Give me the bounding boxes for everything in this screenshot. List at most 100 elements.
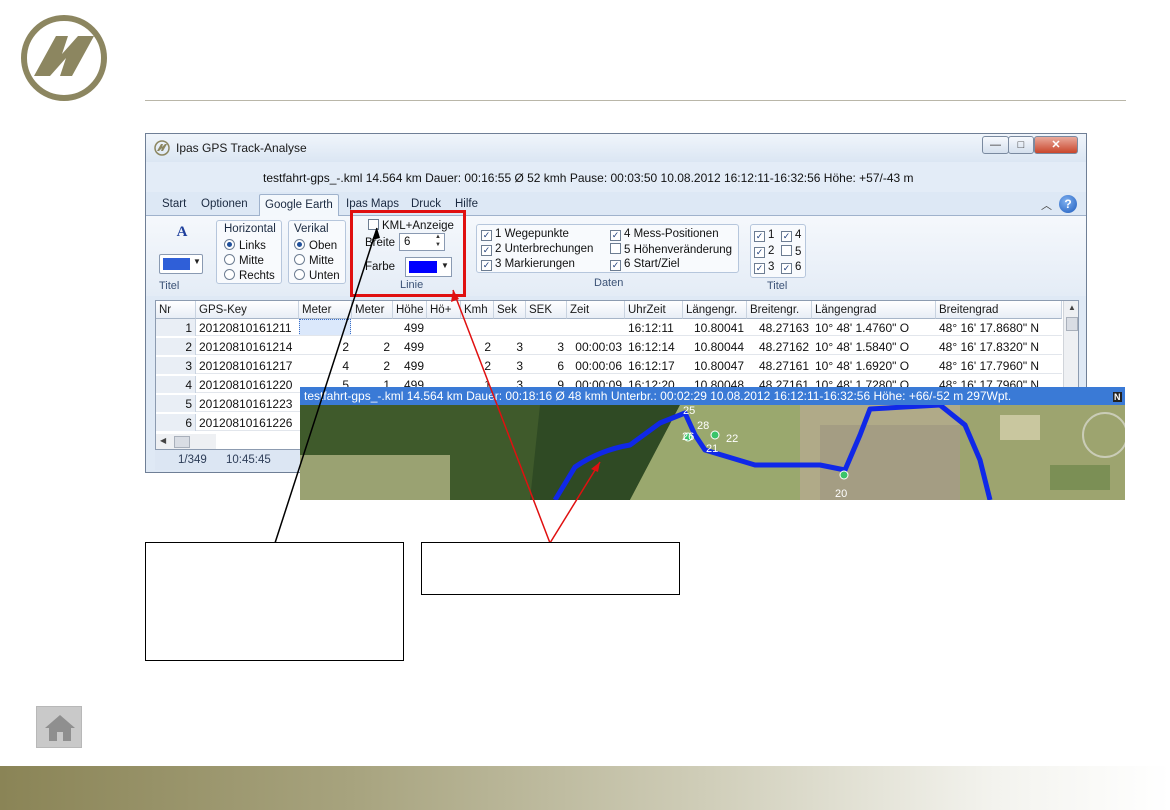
radio-mitte-v-label: Mitte	[309, 255, 334, 267]
column-header[interactable]: UhrZeit	[625, 301, 683, 319]
maximize-button[interactable]: □	[1008, 136, 1034, 154]
column-header[interactable]: SEK	[526, 301, 567, 319]
map-marker-22[interactable]: 22	[726, 433, 738, 445]
table-row[interactable]: 2 20120810161214 2 2 499 2 3 3 00:00:03 16:12:14 1…	[156, 338, 1062, 355]
column-header[interactable]: Kmh	[461, 301, 494, 319]
column-header[interactable]: Meter	[299, 301, 352, 319]
daten-unterbrechungen[interactable]: ✓ 2 Unterbrechungen	[481, 243, 593, 256]
table-cell: 20120810161226	[199, 416, 293, 430]
map-info-bar: testfahrt-gps_-.kml 14.564 km Dauer: 00:…	[300, 387, 1125, 405]
daten-mess-positionen[interactable]: ✓ 4 Mess-Positionen	[610, 228, 719, 241]
scroll-thumb-h[interactable]	[174, 436, 190, 448]
tab-ipas-maps[interactable]: Ipas Maps	[346, 198, 399, 210]
titel-check-1[interactable]: ✓ 1	[754, 229, 774, 242]
column-header[interactable]: Meter	[352, 301, 393, 319]
minimize-button[interactable]: —	[982, 136, 1009, 154]
scroll-thumb[interactable]	[1066, 317, 1078, 331]
daten-markierungen[interactable]: ✓ 3 Markierungen	[481, 258, 575, 271]
radio-links[interactable]: Links	[224, 239, 266, 252]
status-time: 10:45:45	[226, 454, 271, 466]
horizontal-scrollbar[interactable]: ◀	[156, 434, 216, 449]
table-cell: 2	[383, 340, 390, 354]
tab-google-earth[interactable]: Google Earth	[259, 194, 339, 217]
checkbox-icon: ✓	[754, 263, 765, 274]
scroll-left-icon[interactable]: ◀	[160, 436, 166, 445]
help-icon[interactable]: ?	[1059, 195, 1077, 213]
table-cell: 6	[156, 414, 196, 431]
table-cell	[427, 338, 461, 355]
font-button[interactable]: A	[171, 224, 193, 244]
titel-check-3-label: 3	[768, 261, 775, 273]
daten-wegepunkte-label: 1 Wegepunkte	[495, 228, 569, 240]
table-row[interactable]: 1 20120810161211 499 16:12:11 10.80041 48.271…	[156, 319, 1062, 336]
google-earth-map[interactable]: testfahrt-gps_-.kml 14.564 km Dauer: 00:…	[300, 387, 1125, 500]
checkbox-icon: ✓	[781, 231, 792, 242]
checkbox-icon: ✓	[481, 260, 492, 271]
table-cell: 10° 48' 1.4760" O	[815, 321, 910, 335]
column-header[interactable]: Zeit	[567, 301, 625, 319]
checkbox-icon: ✓	[781, 263, 792, 274]
callout-box-kml	[145, 542, 404, 661]
vertical-label: Verikal	[294, 223, 329, 235]
radio-mitte-v[interactable]: Mitte	[294, 254, 334, 267]
titel-group: A ▼ Titel	[159, 222, 205, 292]
daten-mess-positionen-label: 4 Mess-Positionen	[624, 228, 719, 240]
map-marker-25[interactable]: 25	[683, 405, 695, 417]
daten-hoehenveraenderung[interactable]: 5 Höhenveränderung	[610, 243, 732, 256]
table-cell: 10.80044	[693, 340, 744, 354]
title-color-dropdown[interactable]: ▼	[159, 254, 203, 274]
titel-check-2[interactable]: ✓ 2	[754, 245, 774, 258]
home-button[interactable]	[36, 706, 82, 748]
column-header[interactable]: Nr	[156, 301, 196, 319]
map-marker-28[interactable]: 28	[697, 420, 709, 432]
titel-check-5-label: 5	[795, 246, 802, 258]
table-cell: 5	[156, 395, 196, 412]
radio-mitte-h[interactable]: Mitte	[224, 254, 264, 267]
table-cell: 16:12:14	[628, 340, 675, 354]
tab-hilfe[interactable]: Hilfe	[455, 198, 478, 210]
checkbox-icon: ✓	[610, 260, 621, 271]
table-cell: 48.27161	[758, 359, 809, 373]
tab-start[interactable]: Start	[162, 198, 186, 210]
radio-oben[interactable]: Oben	[294, 239, 337, 252]
radio-rechts[interactable]: Rechts	[224, 269, 275, 282]
table-cell: 3	[557, 340, 564, 354]
column-header[interactable]: Sek	[494, 301, 526, 319]
window-title: Ipas GPS Track-Analyse	[176, 141, 307, 155]
table-cell: 48° 16' 17.8680" N	[939, 321, 1040, 335]
track-summary: testfahrt-gps_-.kml 14.564 km Dauer: 00:…	[263, 171, 914, 185]
titel-group-label: Titel	[159, 280, 180, 292]
column-header[interactable]: Längengrad	[812, 301, 936, 319]
table-row[interactable]: 3 20120810161217 4 2 499 2 3 6 00:00:06 16:12:17 1…	[156, 357, 1062, 374]
map-marker-20[interactable]: 20	[835, 488, 847, 500]
titel-check-6[interactable]: ✓ 6	[781, 261, 801, 274]
table-cell: 2	[383, 359, 390, 373]
tab-optionen[interactable]: Optionen	[201, 198, 248, 210]
table-cell	[494, 319, 526, 336]
column-header[interactable]: Hö+	[427, 301, 461, 319]
titel-check-4[interactable]: ✓ 4	[781, 229, 801, 242]
map-marker-26[interactable]: 26	[682, 431, 694, 443]
column-header[interactable]: GPS-Key	[196, 301, 299, 319]
scroll-up-icon[interactable]: ▲	[1068, 303, 1076, 312]
radio-unten[interactable]: Unten	[294, 269, 340, 282]
collapse-ribbon-icon[interactable]: ︿	[1041, 197, 1052, 213]
tab-druck[interactable]: Druck	[411, 198, 441, 210]
titel-check-3[interactable]: ✓ 3	[754, 261, 774, 274]
map-marker-21[interactable]: 21	[706, 443, 718, 455]
table-cell: 48° 16' 17.8320" N	[939, 340, 1040, 354]
callout-box-linie	[421, 542, 680, 595]
daten-start-ziel[interactable]: ✓ 6 Start/Ziel	[610, 258, 680, 271]
column-header[interactable]: Breitengrad	[936, 301, 1062, 319]
column-header[interactable]: Höhe	[393, 301, 427, 319]
close-button[interactable]: ✕	[1034, 136, 1078, 154]
titel-check-6-label: 6	[795, 261, 802, 273]
titel-check-5[interactable]: 5	[781, 245, 801, 258]
daten-wegepunkte[interactable]: ✓ 1 Wegepunkte	[481, 228, 569, 241]
column-header[interactable]: Längengr.	[683, 301, 747, 319]
app-logo-icon	[154, 140, 170, 156]
checkbox-icon	[781, 245, 792, 256]
map-summary: testfahrt-gps_-.kml 14.564 km Dauer: 00:…	[304, 389, 1012, 403]
column-header[interactable]: Breitengr.	[747, 301, 812, 319]
titel-checks-label: Titel	[767, 280, 788, 292]
